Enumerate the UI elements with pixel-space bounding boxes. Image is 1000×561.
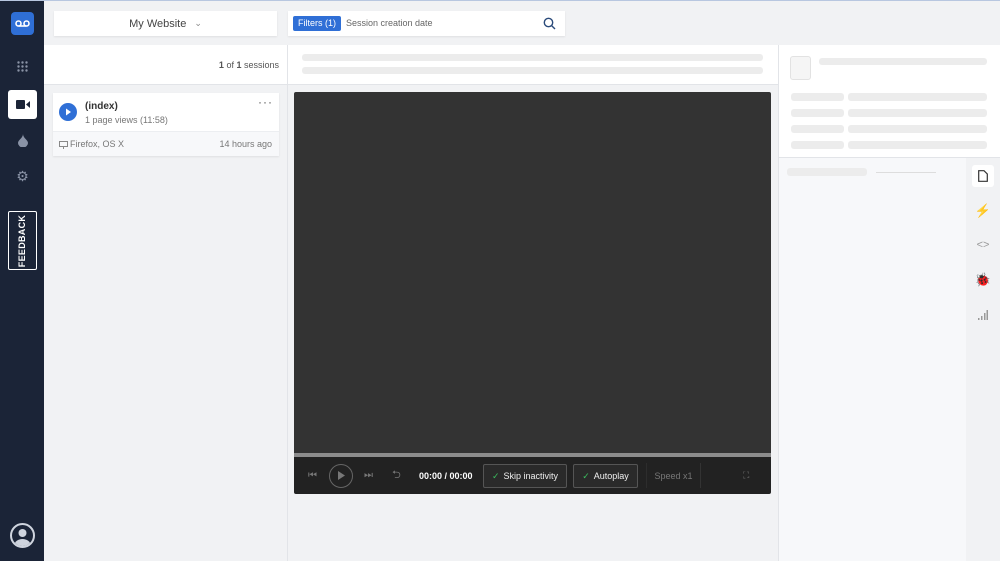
session-title: (index) [85, 101, 118, 112]
skip-back-icon[interactable]: ⏮ [308, 457, 317, 494]
sidebar: ⚙ FEEDBACK [0, 1, 44, 561]
session-browser: Firefox, OS X [70, 139, 125, 149]
filters-button[interactable]: Filters (1) [293, 16, 341, 31]
drop-icon [17, 134, 28, 147]
sidebar-item-recordings[interactable] [8, 90, 37, 119]
speed-selector[interactable]: Speed x1 [646, 463, 701, 488]
filter-bar[interactable]: Filters (1) Session creation date [288, 11, 565, 36]
desktop-icon [59, 141, 68, 149]
more-options-icon[interactable]: ··· [258, 95, 273, 109]
skip-forward-icon[interactable]: ⏭ [364, 457, 373, 494]
play-icon [338, 471, 345, 480]
tab-code-icon[interactable]: <> [972, 234, 994, 256]
filter-summary: Session creation date [346, 18, 433, 28]
logo-voicemail-icon[interactable] [11, 12, 34, 35]
website-selector[interactable]: My Website ⌄ [54, 11, 277, 36]
fullscreen-icon[interactable]: ⛶ [743, 457, 749, 494]
session-list-panel: 1 of 1 sessions (index) 1 page views (11… [44, 45, 288, 561]
tab-pages-file-icon[interactable] [972, 165, 994, 187]
session-count: 1 of 1 sessions [44, 45, 287, 85]
skip-inactivity-toggle[interactable]: ✓ Skip inactivity [483, 464, 567, 488]
video-camera-icon [15, 100, 30, 109]
autoplay-toggle[interactable]: ✓ Autoplay [573, 464, 638, 488]
player-controls: ⏮ ⏭ ⮌ 00:00 / 00:00 ✓ Skip inactivity ✓ Au… [294, 457, 771, 494]
search-icon[interactable] [543, 17, 556, 30]
player-viewport[interactable] [294, 92, 771, 453]
repeat-icon[interactable]: ⮌ [392, 457, 401, 494]
sidebar-item-settings[interactable]: ⚙ [8, 162, 37, 191]
sidebar-item-heatmaps[interactable] [8, 126, 37, 155]
chevron-down-icon: ⌄ [194, 18, 202, 28]
player-time: 00:00 / 00:00 [419, 470, 473, 481]
feedback-button[interactable]: FEEDBACK [8, 211, 37, 270]
gear-icon: ⚙ [16, 168, 29, 184]
user-avatar-icon[interactable] [10, 523, 35, 548]
tab-events-lightning-icon[interactable]: ⚡ [972, 200, 994, 222]
session-info-skeleton [288, 45, 778, 85]
check-icon: ✓ [491, 470, 500, 481]
session-card-footer: Firefox, OS X 14 hours ago [53, 131, 279, 156]
check-icon: ✓ [582, 470, 590, 481]
details-panel [778, 158, 966, 561]
visitor-info-skeleton [778, 45, 1000, 158]
tab-performance-signal-icon[interactable] [972, 304, 994, 326]
play-button[interactable] [329, 464, 353, 488]
play-session-icon[interactable] [59, 103, 77, 121]
session-card[interactable]: (index) 1 page views (11:58) ··· Firefox… [53, 93, 279, 156]
session-pageviews: 1 page views (11:58) [85, 115, 168, 125]
session-time: 14 hours ago [219, 139, 272, 149]
tab-errors-bug-icon[interactable]: 🐞 [972, 269, 994, 291]
apps-grid-icon[interactable] [8, 52, 37, 81]
